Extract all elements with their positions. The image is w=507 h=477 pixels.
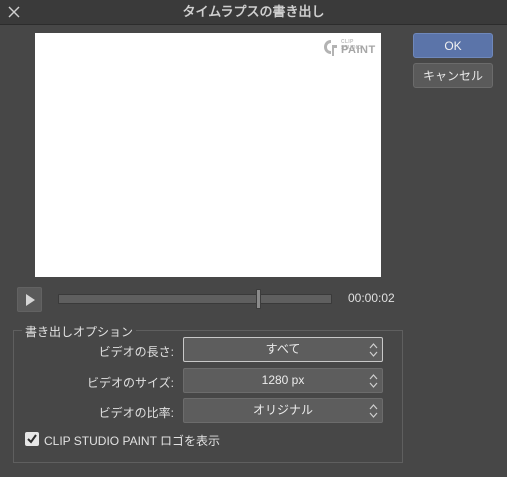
video-length-select[interactable]: すべて: [183, 337, 383, 362]
cancel-button[interactable]: キャンセル: [413, 63, 493, 88]
show-logo-label[interactable]: CLIP STUDIO PAINT ロゴを表示: [44, 432, 220, 449]
timelapse-export-dialog: タイムラプスの書き出し CLIP STUDIO PAINT OK キャンセル 0…: [0, 0, 507, 477]
ok-button[interactable]: OK: [413, 33, 493, 58]
clip-studio-paint-logo: CLIP STUDIO PAINT: [323, 38, 375, 60]
checkmark-icon: [27, 434, 37, 444]
timeline-slider-thumb[interactable]: [256, 289, 261, 309]
dialog-title: タイムラプスの書き出し: [182, 4, 325, 19]
video-ratio-value: オリジナル: [252, 403, 313, 417]
timeline-slider-track[interactable]: [58, 294, 332, 304]
preview-canvas: CLIP STUDIO PAINT: [35, 33, 381, 277]
video-ratio-select[interactable]: オリジナル: [183, 398, 383, 423]
timecode-display: 00:00:02: [348, 291, 395, 305]
export-options-title: 書き出しオプション: [22, 323, 137, 340]
logo-main-text: PAINT: [341, 44, 376, 56]
stepper-arrows-icon: [369, 343, 378, 357]
video-length-value: すべて: [265, 342, 301, 356]
stepper-arrows-icon: [369, 374, 378, 388]
logo-mark-icon: [324, 40, 337, 56]
video-ratio-label: ビデオの比率:: [98, 406, 174, 420]
video-size-label: ビデオのサイズ:: [87, 376, 174, 390]
play-button[interactable]: [17, 287, 42, 312]
video-size-select[interactable]: 1280 px: [183, 368, 383, 393]
title-bar: タイムラプスの書き出し: [0, 0, 507, 25]
video-size-value: 1280 px: [261, 373, 305, 387]
stepper-arrows-icon: [369, 404, 378, 418]
video-length-label: ビデオの長さ:: [98, 345, 174, 359]
play-icon: [26, 294, 35, 306]
show-logo-checkbox[interactable]: [25, 432, 39, 446]
